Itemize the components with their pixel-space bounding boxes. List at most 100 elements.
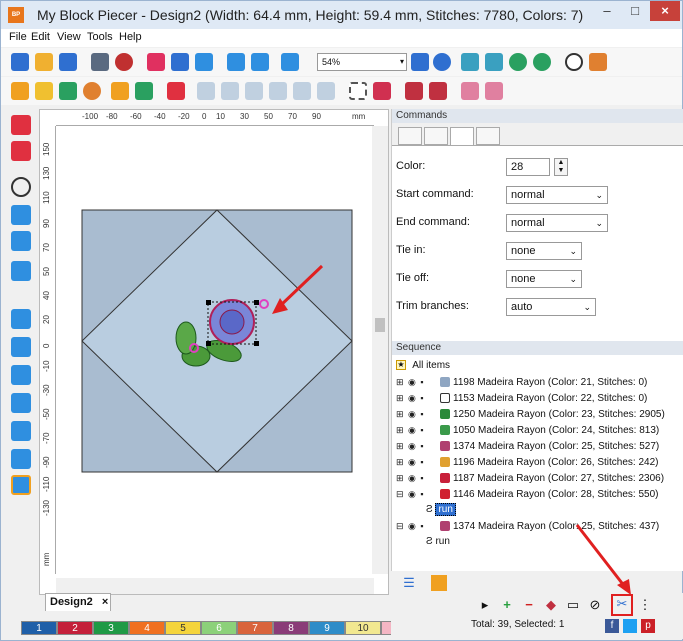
- info-tool-icon[interactable]: [11, 393, 31, 413]
- print-icon[interactable]: [91, 53, 109, 71]
- list-view-icon[interactable]: ☰: [401, 575, 417, 591]
- color-wand-icon[interactable]: [589, 53, 607, 71]
- color-swatch[interactable]: 3: [93, 621, 129, 635]
- align-left-icon[interactable]: [197, 82, 215, 100]
- grid-icon[interactable]: [35, 82, 53, 100]
- align-top-icon[interactable]: [269, 82, 287, 100]
- link-icon[interactable]: [565, 53, 583, 71]
- pan-hand-icon[interactable]: [11, 205, 31, 225]
- nodes-icon[interactable]: [59, 82, 77, 100]
- facebook-icon[interactable]: f: [605, 619, 619, 633]
- line-icon[interactable]: [111, 82, 129, 100]
- align-middle-icon[interactable]: [293, 82, 311, 100]
- ruler-tool-icon[interactable]: [11, 231, 31, 251]
- paste-icon[interactable]: [195, 53, 213, 71]
- color-swatch[interactable]: 6: [201, 621, 237, 635]
- menu-edit[interactable]: Edit: [31, 31, 50, 43]
- list-item[interactable]: ⊟ ◉ ▪ 1146 Madeira Rayon (Color: 28, Stit…: [396, 487, 658, 501]
- color-swatch[interactable]: 1: [21, 621, 57, 635]
- list-item[interactable]: ⊞ ◉ ▪ 1050 Madeira Rayon (Color: 24, Stit…: [396, 423, 659, 437]
- list-item[interactable]: ⊞ ◉ ▪ 1198 Madeira Rayon (Color: 21, Stit…: [396, 375, 647, 389]
- select-tool-icon[interactable]: [11, 115, 31, 135]
- end-command-select[interactable]: normal ⌄: [506, 214, 608, 232]
- mirror-horizontal-icon[interactable]: [461, 53, 479, 71]
- image-tool-icon[interactable]: [11, 261, 31, 281]
- combine-icon[interactable]: [429, 82, 447, 100]
- rotate-right-icon[interactable]: [533, 53, 551, 71]
- color-icon[interactable]: ◆: [543, 597, 559, 613]
- grid-table-icon[interactable]: [11, 337, 31, 357]
- close-icon[interactable]: ×: [102, 596, 108, 608]
- run-node-selected[interactable]: Ƨ run: [426, 503, 456, 517]
- applique-tool-icon[interactable]: [11, 475, 31, 495]
- color-swatch[interactable]: 5: [165, 621, 201, 635]
- color-stop-icon[interactable]: [411, 53, 429, 71]
- subtract-icon[interactable]: [485, 82, 503, 100]
- rotate-left-icon[interactable]: [509, 53, 527, 71]
- pinterest-icon[interactable]: p: [641, 619, 655, 633]
- block-view-icon[interactable]: [431, 575, 447, 591]
- select-frame-icon[interactable]: [349, 82, 367, 100]
- color-swatch[interactable]: 9: [309, 621, 345, 635]
- cube-icon[interactable]: [11, 309, 31, 329]
- mirror-vertical-icon[interactable]: [485, 53, 503, 71]
- list-item[interactable]: ⊞ ◉ ▪ 1250 Madeira Rayon (Color: 23, Stit…: [396, 407, 665, 421]
- list-item[interactable]: ⊞ ◉ ▪ 1196 Madeira Rayon (Color: 26, Stit…: [396, 455, 658, 469]
- run-node[interactable]: Ƨ run: [426, 535, 450, 549]
- minimize-button[interactable]: –: [594, 1, 620, 21]
- menu-tools[interactable]: Tools: [87, 31, 113, 43]
- color-swatch[interactable]: 10: [345, 621, 381, 635]
- start-command-select[interactable]: normal ⌄: [506, 186, 608, 204]
- all-items-node[interactable]: ★ All items: [396, 359, 450, 373]
- trim-branches-select[interactable]: auto ⌄: [506, 298, 596, 316]
- design-canvas[interactable]: -100 -80 -60 -40 -20 0 10 30 50 70 90 mm…: [39, 109, 389, 595]
- frame-tool-icon[interactable]: [11, 421, 31, 441]
- list-item[interactable]: ⊞ ◉ ▪ 1187 Madeira Rayon (Color: 27, Stit…: [396, 471, 664, 485]
- tab-link[interactable]: [398, 127, 422, 145]
- stepper-arrows[interactable]: ▲ ▼: [554, 158, 568, 176]
- menu-file[interactable]: File: [9, 31, 27, 43]
- zoom-select[interactable]: 54% ▾: [317, 53, 407, 71]
- align-right-icon[interactable]: [245, 82, 263, 100]
- copy-icon[interactable]: [171, 53, 189, 71]
- menu-help[interactable]: Help: [119, 31, 142, 43]
- list-item[interactable]: ⊞ ◉ ▪ 1153 Madeira Rayon (Color: 22, Stit…: [396, 391, 647, 405]
- zoom-in-icon[interactable]: [281, 53, 299, 71]
- break-icon[interactable]: [461, 82, 479, 100]
- new-file-icon[interactable]: [11, 53, 29, 71]
- color-swatch[interactable]: 4: [129, 621, 165, 635]
- stitch-player-icon[interactable]: [115, 53, 133, 71]
- weld-icon[interactable]: [405, 82, 423, 100]
- maximize-button[interactable]: □: [622, 1, 648, 21]
- group-icon[interactable]: [373, 82, 391, 100]
- redo-icon[interactable]: [251, 53, 269, 71]
- info-icon[interactable]: [433, 53, 451, 71]
- node-edit-tool-icon[interactable]: [11, 141, 31, 161]
- close-button[interactable]: ×: [650, 1, 680, 21]
- tab-design2[interactable]: Design2 ×: [45, 593, 111, 611]
- save-icon[interactable]: [59, 53, 77, 71]
- fill-icon[interactable]: [135, 82, 153, 100]
- play-icon[interactable]: ▸: [477, 597, 493, 613]
- color-stepper[interactable]: 28: [506, 158, 550, 176]
- tab-commands[interactable]: [450, 127, 474, 145]
- scroll-thumb[interactable]: [375, 318, 385, 332]
- picture-tool-icon[interactable]: [11, 449, 31, 469]
- horizontal-scrollbar[interactable]: [56, 578, 374, 594]
- tie-off-select[interactable]: none ⌄: [506, 270, 582, 288]
- block-icon[interactable]: [11, 82, 29, 100]
- zoom-tool-icon[interactable]: [11, 177, 31, 197]
- vertical-scrollbar[interactable]: [372, 126, 388, 574]
- add-icon[interactable]: +: [499, 597, 515, 613]
- text-icon[interactable]: [167, 82, 185, 100]
- remove-icon[interactable]: −: [521, 597, 537, 613]
- open-folder-icon[interactable]: [35, 53, 53, 71]
- undo-icon[interactable]: [227, 53, 245, 71]
- gear-icon[interactable]: [83, 82, 101, 100]
- list-item[interactable]: ⊞ ◉ ▪ 1374 Madeira Rayon (Color: 25, Stit…: [396, 439, 659, 453]
- cut-icon[interactable]: [147, 53, 165, 71]
- color-swatch[interactable]: 2: [57, 621, 93, 635]
- twitter-icon[interactable]: [623, 619, 637, 633]
- menu-view[interactable]: View: [57, 31, 81, 43]
- tie-in-select[interactable]: none ⌄: [506, 242, 582, 260]
